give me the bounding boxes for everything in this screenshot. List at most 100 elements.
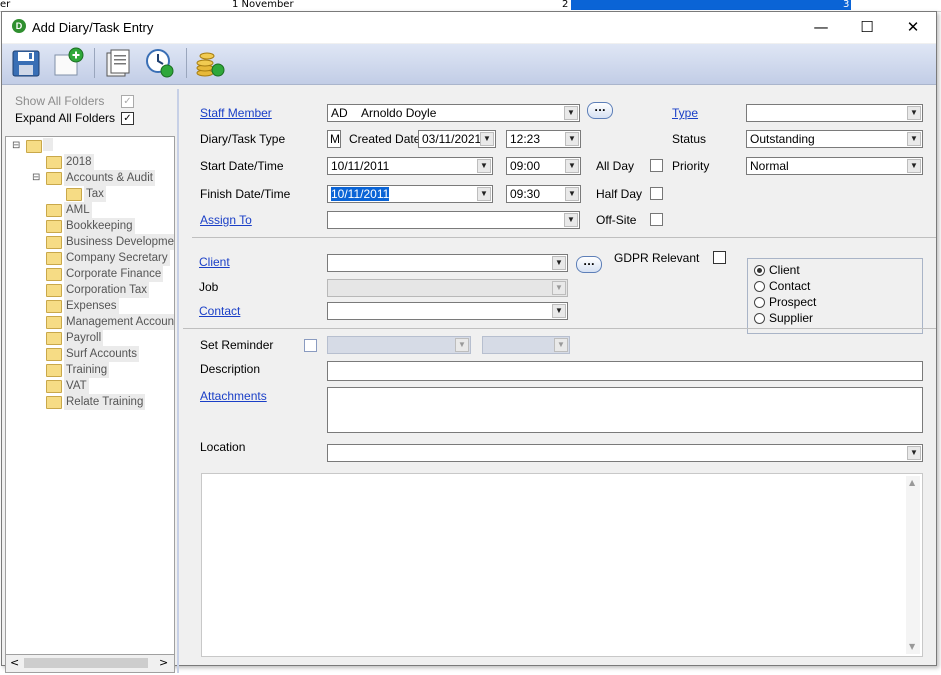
finish-date-picker[interactable]: 10/11/2011 ▼: [327, 185, 493, 203]
folder-icon: [26, 140, 42, 153]
close-button[interactable]: ✕: [890, 12, 936, 43]
tree-node-label: Surf Accounts: [64, 346, 139, 362]
tree-root-node[interactable]: [43, 138, 53, 151]
folder-icon: [46, 332, 62, 345]
folder-icon: [66, 188, 82, 201]
radio-contact[interactable]: [754, 281, 765, 292]
off-site-label: Off-Site: [596, 213, 637, 227]
set-reminder-label: Set Reminder: [200, 338, 274, 352]
client-link[interactable]: Client: [199, 255, 230, 269]
tree-node-label: AML: [64, 202, 92, 218]
toolbar: [2, 44, 936, 85]
chevron-down-icon: ▼: [907, 159, 921, 173]
description-label: Description: [200, 362, 261, 376]
type-link[interactable]: Type: [672, 106, 698, 120]
type-select[interactable]: ▼: [746, 104, 923, 122]
scroll-down-icon[interactable]: ▼: [909, 642, 915, 651]
all-day-checkbox[interactable]: [650, 159, 663, 172]
fees-icon[interactable]: [194, 47, 226, 79]
staff-lookup-button[interactable]: ...: [587, 102, 613, 119]
copy-document-icon[interactable]: [102, 47, 134, 79]
panel-splitter[interactable]: [177, 89, 185, 673]
show-all-folders-checkbox[interactable]: ✓: [121, 95, 134, 108]
tree-node-label: Relate Training: [64, 394, 146, 410]
folder-icon: [46, 348, 62, 361]
dialog-window: D Add Diary/Task Entry — ☐ ✕ Show All Fo…: [1, 11, 937, 673]
time-refresh-icon[interactable]: [144, 47, 176, 79]
toolbar-separator: [186, 48, 187, 78]
show-all-folders-label: Show All Folders: [15, 94, 105, 108]
scroll-left-icon[interactable]: <: [10, 656, 19, 669]
contact-select[interactable]: ▼: [327, 302, 568, 320]
scroll-thumb[interactable]: [24, 658, 148, 668]
staff-member-select[interactable]: AD Arnoldo Doyle ▼: [327, 104, 580, 122]
finish-datetime-label: Finish Date/Time: [200, 187, 291, 201]
client-select[interactable]: ▼: [327, 254, 568, 272]
chevron-down-icon: ▼: [480, 132, 494, 146]
finish-time-value: 09:30: [510, 187, 541, 201]
tree-node-label: Business Developmen: [64, 234, 174, 250]
tree-horizontal-scrollbar[interactable]: < >: [5, 654, 175, 673]
notes-vertical-scrollbar[interactable]: ▲ ▼: [906, 476, 920, 654]
scroll-right-icon[interactable]: >: [159, 656, 168, 669]
radio-supplier[interactable]: [754, 313, 765, 324]
chevron-down-icon: ▼: [455, 338, 469, 352]
expand-all-folders-checkbox[interactable]: ✓: [121, 112, 134, 125]
title-bar[interactable]: D Add Diary/Task Entry — ☐ ✕: [2, 12, 936, 43]
attachments-box[interactable]: [327, 387, 923, 433]
staff-name: Arnoldo Doyle: [361, 106, 437, 120]
folder-icon: [46, 268, 62, 281]
tree-node-label: Payroll: [64, 330, 104, 346]
attachments-link[interactable]: Attachments: [200, 389, 267, 403]
folder-icon: [46, 156, 62, 169]
radio-label: Contact: [769, 279, 811, 293]
expand-toggle-icon[interactable]: ⊟: [32, 170, 40, 186]
description-input[interactable]: [327, 361, 923, 381]
maximize-button[interactable]: ☐: [844, 12, 890, 43]
location-select[interactable]: ▼: [327, 444, 923, 462]
divider: [192, 237, 936, 238]
staff-member-link[interactable]: Staff Member: [200, 106, 272, 120]
status-label: Status: [672, 132, 707, 146]
status-select[interactable]: Outstanding ▼: [746, 130, 923, 148]
assign-to-link[interactable]: Assign To: [200, 213, 252, 227]
expand-all-folders-label: Expand All Folders: [15, 111, 116, 125]
start-time-select[interactable]: 09:00 ▼: [506, 157, 581, 175]
created-time-select[interactable]: 12:23 ▼: [506, 130, 581, 148]
gdpr-relevant-checkbox[interactable]: [713, 251, 726, 264]
reminder-date-select[interactable]: ▼: [327, 336, 471, 354]
priority-select[interactable]: Normal ▼: [746, 157, 923, 175]
set-reminder-checkbox[interactable]: [304, 339, 317, 352]
half-day-checkbox[interactable]: [650, 187, 663, 200]
finish-time-select[interactable]: 09:30 ▼: [506, 185, 581, 203]
diary-task-type-select[interactable]: M: [327, 130, 341, 148]
notes-textarea[interactable]: ▲ ▼: [201, 473, 923, 657]
folder-tree[interactable]: ⊟ 2018 ⊟ Accounts & Audit Tax AML Bookke…: [5, 136, 175, 656]
folder-icon: [46, 220, 62, 233]
scroll-up-icon[interactable]: ▲: [909, 478, 915, 487]
created-date-picker[interactable]: 03/11/2021 ▼: [418, 130, 496, 148]
start-date-picker[interactable]: 10/11/2011 ▼: [327, 157, 493, 175]
tree-node-label: Company Secretary: [64, 250, 170, 266]
off-site-checkbox[interactable]: [650, 213, 663, 226]
contact-link[interactable]: Contact: [199, 304, 240, 318]
client-lookup-button[interactable]: ...: [576, 256, 602, 273]
assign-to-select[interactable]: ▼: [327, 211, 580, 229]
radio-client[interactable]: [754, 265, 765, 276]
reminder-time-select[interactable]: ▼: [482, 336, 570, 354]
chevron-down-icon: ▼: [565, 187, 579, 201]
job-select[interactable]: ▼: [327, 279, 568, 297]
folder-icon: [46, 252, 62, 265]
radio-label: Client: [769, 263, 800, 277]
radio-prospect[interactable]: [754, 297, 765, 308]
window-title: Add Diary/Task Entry: [32, 20, 154, 35]
new-icon[interactable]: [52, 47, 84, 79]
minimize-button[interactable]: —: [798, 12, 844, 43]
save-icon[interactable]: [10, 47, 42, 79]
expand-toggle-icon[interactable]: ⊟: [12, 138, 20, 154]
chevron-down-icon: ▼: [907, 106, 921, 120]
finish-date-value: 10/11/2011: [331, 187, 390, 201]
start-time-value: 09:00: [510, 159, 541, 173]
chevron-down-icon: ▼: [565, 159, 579, 173]
start-date-value: 10/11/2011: [331, 159, 390, 173]
